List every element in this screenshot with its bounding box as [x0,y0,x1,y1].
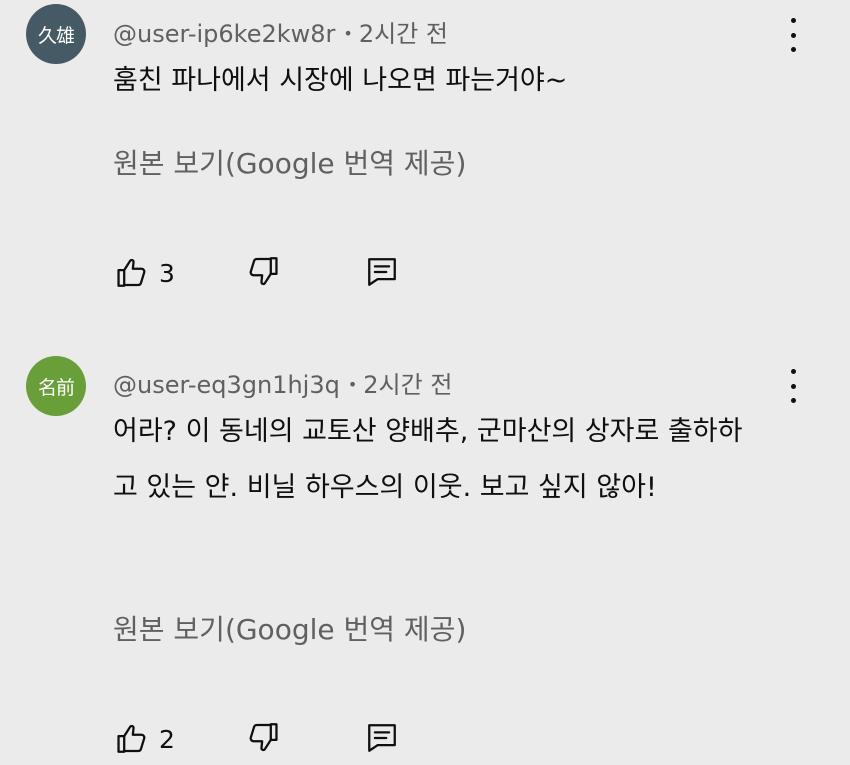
timestamp[interactable]: 2시간 전 [359,20,448,48]
avatar-text: 名前 [37,376,75,399]
timestamp[interactable]: 2시간 전 [363,371,452,399]
reply-icon [368,724,396,752]
see-original-link[interactable]: 원본 보기(Google 번역 제공) [113,608,466,648]
like-count: 2 [159,724,175,754]
separator-dot: • [343,24,353,43]
reply-button[interactable] [365,254,399,290]
comment-meta: @user-eq3gn1hj3q • 2시간 전 [113,365,452,400]
username[interactable]: @user-ip6ke2kw8r [113,20,335,48]
like-count: 3 [159,258,175,288]
thumbs-up-icon [117,258,146,287]
thumbs-down-icon [249,723,278,752]
more-vert-icon[interactable] [781,18,805,52]
thumbs-down-icon [249,257,278,286]
like-button[interactable]: 3 [115,255,175,291]
dislike-button[interactable] [246,253,280,289]
see-original-link[interactable]: 원본 보기(Google 번역 제공) [113,142,466,182]
avatar[interactable]: 久雄 [26,4,86,64]
avatar-text: 久雄 [37,24,75,47]
thumbs-up-icon [117,724,146,753]
dislike-button[interactable] [246,719,280,755]
avatar[interactable]: 名前 [26,356,86,416]
reply-button[interactable] [365,720,399,756]
comment-text: 훔친 파나에서 시장에 나오면 파는거야~ [113,65,568,96]
separator-dot: • [347,375,358,394]
reply-icon [368,258,396,286]
like-button[interactable]: 2 [115,721,175,757]
comment-meta: @user-ip6ke2kw8r • 2시간 전 [113,14,448,49]
comment-text: 어라? 이 동네의 교토산 양배추, 군마산의 상자로 출하하고 있는 얀. 비… [113,416,743,503]
username[interactable]: @user-eq3gn1hj3q [113,371,340,399]
more-vert-icon[interactable] [781,369,805,403]
